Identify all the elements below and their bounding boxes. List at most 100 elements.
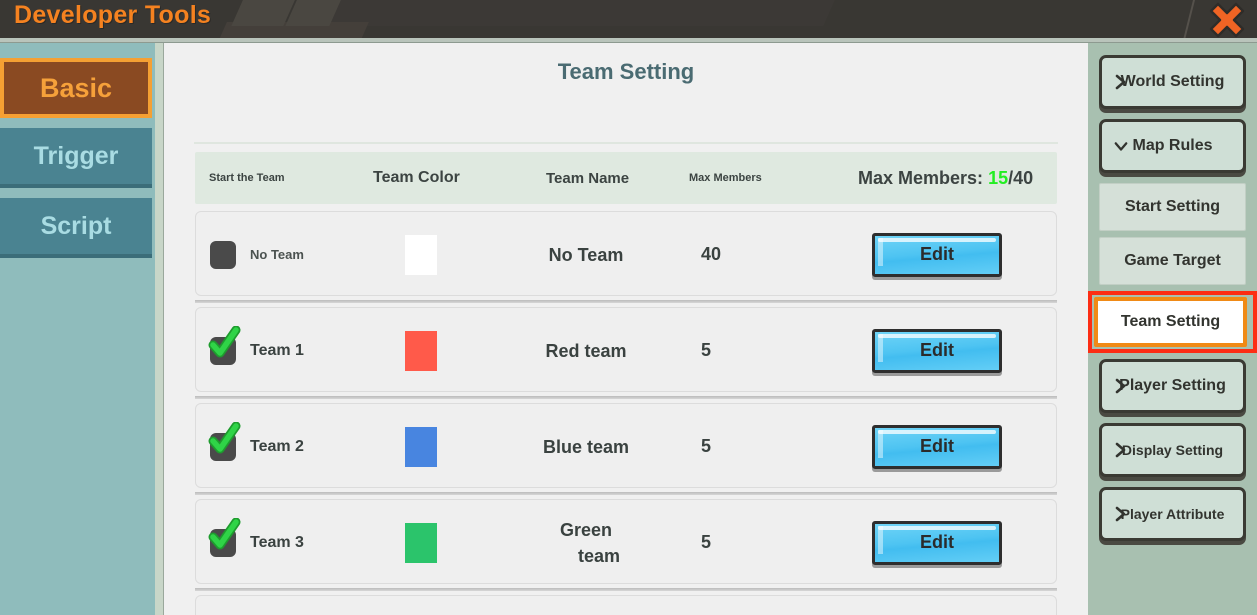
- sidebar-item-start-setting[interactable]: Start Setting: [1099, 183, 1246, 231]
- table-header-row: Start the Team Team Color Team Name Max …: [195, 152, 1057, 204]
- team-name-cell: Blue team: [496, 404, 676, 489]
- checkbox-label: Team 1: [250, 341, 304, 359]
- sidebar-item-basic[interactable]: Basic: [0, 58, 152, 118]
- edit-button-label: Edit: [920, 532, 954, 552]
- selection-highlight-box: Team Setting: [1088, 291, 1257, 353]
- sidebar-item-display-setting[interactable]: Display Setting: [1099, 423, 1246, 477]
- checkmark-icon: [208, 517, 241, 549]
- team-color-swatch: [405, 522, 437, 563]
- chevron-down-icon: [1114, 142, 1128, 151]
- team-color-swatch: [405, 234, 437, 275]
- edit-cell: Edit: [872, 500, 1002, 585]
- sidebar-item-label: Map Rules: [1132, 137, 1213, 154]
- chevron-right-icon: [1115, 506, 1126, 522]
- title-bar: Developer Tools: [0, 0, 1257, 38]
- start-the-team-cell: Team 3: [208, 500, 304, 585]
- team-name-line2: team: [577, 545, 621, 566]
- edit-button-label: Edit: [920, 340, 954, 360]
- sidebar-item-player-setting[interactable]: Player Setting: [1099, 359, 1246, 413]
- team-name-text: Red team: [545, 338, 626, 364]
- close-x-icon[interactable]: [1204, 0, 1250, 38]
- edit-button-label: Edit: [920, 244, 954, 264]
- team-name-text: Green team: [552, 517, 620, 569]
- start-the-team-cell: Team 2: [208, 404, 304, 489]
- sidebar-item-label: Basic: [39, 72, 113, 103]
- team-name-cell: No Team: [496, 212, 676, 297]
- sidebar-item-team-setting[interactable]: Team Setting: [1094, 297, 1247, 347]
- max-members-summary-label: Max Members:: [858, 167, 984, 188]
- max-members-cell: 40: [701, 212, 721, 297]
- team-color-cell: [405, 404, 437, 489]
- max-members-cell: 5: [701, 596, 711, 615]
- edit-button[interactable]: Edit: [872, 232, 1002, 277]
- checkbox-label: No Team: [250, 247, 304, 262]
- max-members-value: 40: [701, 244, 722, 264]
- max-members-summary: Max Members: 15/40: [858, 152, 1033, 204]
- team-name-line1: No Team: [548, 244, 624, 265]
- column-header-team-color: Team Color: [373, 169, 460, 186]
- sidebar-item-label: Trigger: [33, 141, 119, 170]
- sidebar-item-label: Display Setting: [1121, 442, 1224, 458]
- sidebar-item-game-target[interactable]: Game Target: [1099, 237, 1246, 285]
- left-nav-edge: [155, 43, 164, 615]
- team-color-cell: [405, 596, 437, 615]
- checkbox-label: Team 2: [250, 437, 304, 455]
- edit-button[interactable]: Edit: [872, 424, 1002, 469]
- start-team-checkbox[interactable]: [210, 240, 236, 269]
- team-color-cell: [405, 500, 437, 585]
- start-team-checkbox[interactable]: [208, 421, 241, 461]
- edit-button-label: Edit: [920, 436, 954, 456]
- sidebar-item-player-attribute[interactable]: Player Attribute: [1099, 487, 1246, 541]
- team-name-line1: Red team: [545, 340, 627, 361]
- developer-tools-window: Developer Tools Basic Trigger Script Tea…: [0, 0, 1257, 615]
- column-header-max-members: Max Members: [689, 172, 762, 184]
- checkbox-label: Team 3: [250, 533, 304, 551]
- edit-cell: Edit: [872, 404, 1002, 489]
- sidebar-item-label: Player Setting: [1119, 377, 1226, 394]
- row-separator: [195, 396, 1057, 399]
- checkmark-icon: [208, 421, 241, 453]
- sidebar-item-label: Player Attribute: [1120, 506, 1225, 522]
- team-name-text: Blue team: [543, 434, 629, 460]
- team-color-cell: [405, 212, 437, 297]
- checkmark-icon: [208, 325, 241, 357]
- table-row: Team 3 Green team 5 Edit: [195, 499, 1057, 584]
- max-members-used: 15: [988, 167, 1009, 188]
- chevron-right-icon: [1115, 74, 1126, 90]
- team-name-cell: Green team: [496, 500, 676, 585]
- chevron-right-icon: [1115, 378, 1126, 394]
- max-members-value: 5: [701, 340, 712, 360]
- sidebar-item-label: Start Setting: [1124, 198, 1221, 215]
- start-the-team-cell: No Team: [210, 212, 304, 297]
- table-row: Team 1 Red team 5 Edit: [195, 307, 1057, 392]
- start-team-checkbox[interactable]: [208, 517, 241, 557]
- team-color-cell: [405, 308, 437, 393]
- max-members-cell: 5: [701, 308, 711, 393]
- edit-cell: Edit: [872, 212, 1002, 297]
- chevron-right-icon: [1115, 442, 1126, 458]
- right-nav: World Setting Map Rules Start Setting Ga…: [1088, 43, 1257, 615]
- column-header-team-name: Team Name: [546, 169, 630, 187]
- sidebar-item-label: Script: [40, 211, 112, 240]
- table-row: Team 2 Blue team 5 Edit: [195, 403, 1057, 488]
- sidebar-item-trigger[interactable]: Trigger: [0, 128, 152, 188]
- table-row: Team 4 Yellow team 5 Edit: [195, 595, 1057, 615]
- row-separator: [195, 300, 1057, 303]
- team-color-swatch: [405, 426, 437, 467]
- sidebar-item-label: World Setting: [1120, 73, 1225, 90]
- edit-cell: Edit: [872, 308, 1002, 393]
- decor-stripe: [323, 0, 837, 26]
- row-separator: [195, 588, 1057, 591]
- start-the-team-cell: Team 1: [208, 308, 304, 393]
- sidebar-item-script[interactable]: Script: [0, 198, 152, 258]
- team-name-cell: Yellow team: [496, 596, 676, 615]
- max-members-value: 5: [701, 532, 712, 552]
- sidebar-item-world-setting[interactable]: World Setting: [1099, 55, 1246, 109]
- team-name-cell: Red team: [496, 308, 676, 393]
- sidebar-item-map-rules[interactable]: Map Rules: [1099, 119, 1246, 173]
- edit-button[interactable]: Edit: [872, 520, 1002, 565]
- max-members-cell: 5: [701, 404, 711, 489]
- edit-button[interactable]: Edit: [872, 328, 1002, 373]
- start-team-checkbox[interactable]: [208, 325, 241, 365]
- column-header-start-the-team: Start the Team: [209, 172, 285, 184]
